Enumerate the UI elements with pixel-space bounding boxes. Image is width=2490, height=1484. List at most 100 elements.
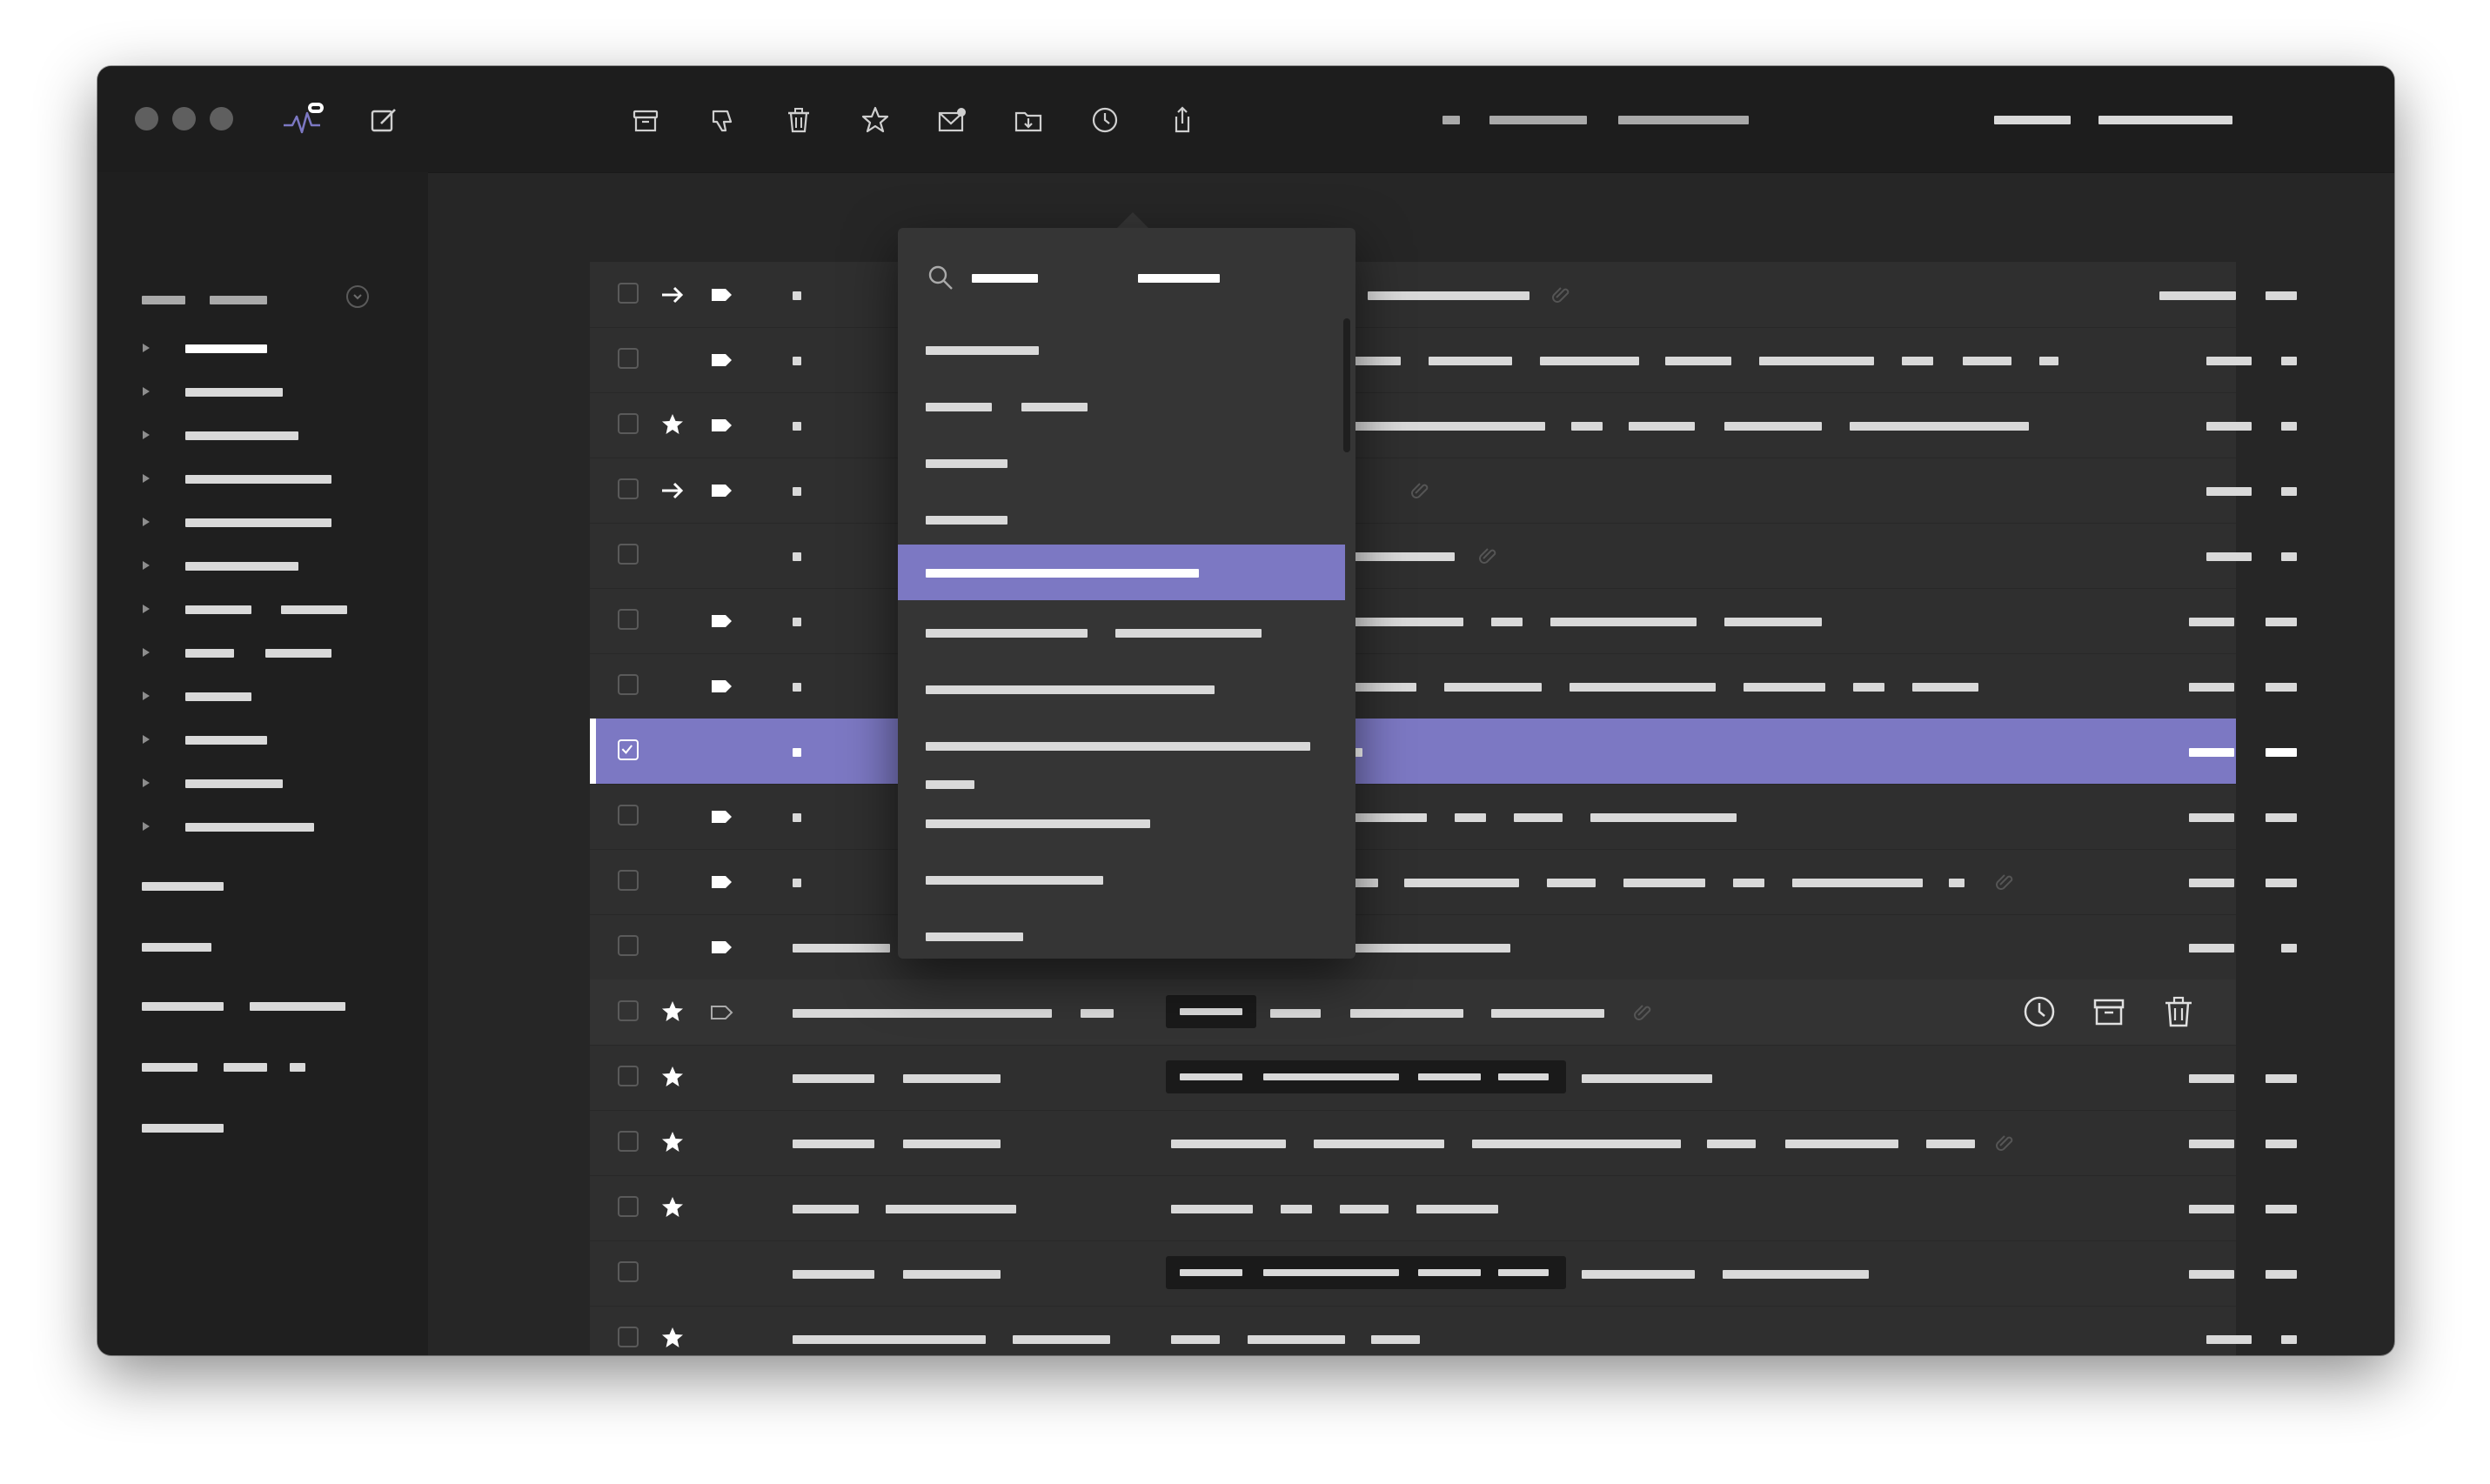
row-checkbox[interactable] (618, 1066, 639, 1086)
row-checkbox[interactable] (618, 1131, 639, 1152)
mark-unread-icon[interactable] (936, 104, 967, 136)
sidebar-section-label[interactable] (142, 1063, 197, 1072)
row-checkbox[interactable] (618, 609, 639, 630)
dropdown-scrollbar[interactable] (1343, 318, 1350, 452)
move-to-folder-icon[interactable] (1013, 104, 1044, 136)
sidebar-folder-label[interactable] (185, 518, 331, 527)
message-row[interactable] (590, 914, 2297, 980)
folder-option[interactable] (898, 491, 1345, 547)
star-filled-icon[interactable] (659, 1325, 686, 1351)
label-tag-icon[interactable] (708, 478, 734, 504)
message-row[interactable] (590, 653, 2297, 719)
expand-icon[interactable] (143, 648, 150, 657)
sidebar-folder-label[interactable] (185, 431, 298, 440)
label-chip[interactable] (1166, 995, 1256, 1028)
message-row[interactable] (590, 392, 2297, 458)
sidebar-section-label[interactable] (142, 943, 211, 952)
label-tag-icon[interactable] (708, 869, 734, 895)
sidebar-section-label[interactable] (142, 1002, 224, 1011)
archive-icon[interactable] (630, 104, 661, 136)
folder-search-input[interactable] (969, 263, 1335, 294)
message-row[interactable] (590, 1240, 2297, 1307)
row-checkbox[interactable] (618, 413, 639, 434)
folder-option[interactable] (898, 661, 1345, 717)
star-filled-icon[interactable] (659, 1129, 686, 1155)
compose-icon[interactable] (369, 104, 400, 136)
sidebar-section-label[interactable] (142, 1124, 224, 1133)
close-window-button[interactable] (135, 107, 158, 130)
message-row[interactable] (590, 784, 2297, 850)
expand-icon[interactable] (143, 561, 150, 570)
folder-option[interactable] (898, 718, 1345, 796)
message-row[interactable] (590, 262, 2297, 328)
expand-icon[interactable] (143, 779, 150, 787)
sidebar-folder-label[interactable] (185, 344, 267, 353)
trash-icon[interactable] (783, 104, 814, 136)
folder-option[interactable] (898, 908, 1345, 959)
expand-icon[interactable] (143, 474, 150, 483)
row-checkbox[interactable] (618, 1196, 639, 1217)
sidebar-folder-label[interactable] (185, 779, 283, 788)
label-chip[interactable] (1166, 1256, 1566, 1289)
sidebar-folder-label[interactable] (185, 388, 283, 397)
star-filled-icon[interactable] (659, 1064, 686, 1090)
row-checkbox[interactable] (618, 674, 639, 695)
label-chip[interactable] (1166, 1060, 1566, 1093)
snooze-clock-icon[interactable] (2022, 994, 2057, 1029)
sidebar-folder-label[interactable] (185, 692, 251, 701)
sidebar-section-label-2[interactable] (250, 1002, 345, 1011)
row-checkbox[interactable] (618, 805, 639, 826)
label-tag-icon[interactable] (708, 282, 734, 308)
row-checkbox[interactable] (618, 478, 639, 499)
zoom-window-button[interactable] (210, 107, 233, 130)
sidebar-folder-label[interactable] (185, 605, 251, 614)
message-row[interactable] (590, 327, 2297, 393)
row-checkbox[interactable] (618, 348, 639, 369)
expand-icon[interactable] (143, 431, 150, 439)
expand-icon[interactable] (143, 822, 150, 831)
activity-icon[interactable] (282, 101, 325, 134)
minimize-window-button[interactable] (172, 107, 196, 130)
label-tag-icon[interactable] (708, 347, 734, 373)
folder-option-highlighted[interactable] (898, 545, 1345, 600)
label-tag-icon[interactable] (708, 608, 734, 634)
message-row-hover[interactable] (590, 979, 2236, 1046)
folder-option[interactable] (898, 435, 1345, 491)
label-tag-icon[interactable] (708, 412, 734, 438)
message-row[interactable] (590, 1110, 2297, 1176)
snooze-clock-icon[interactable] (1089, 104, 1121, 136)
row-checkbox[interactable] (618, 544, 639, 565)
folder-option[interactable] (898, 322, 1345, 378)
expand-icon[interactable] (143, 518, 150, 526)
folder-option[interactable] (898, 795, 1345, 851)
row-checkbox[interactable] (618, 1000, 639, 1021)
expand-icon[interactable] (143, 692, 150, 700)
message-row[interactable] (590, 1045, 2297, 1111)
row-checkbox-checked[interactable] (618, 739, 639, 760)
message-row[interactable] (590, 849, 2297, 915)
label-tag-icon[interactable] (708, 934, 734, 960)
sidebar-section-label-2[interactable] (224, 1063, 267, 1072)
sidebar-folder-label[interactable] (185, 649, 234, 658)
folder-option[interactable] (898, 852, 1345, 907)
message-row[interactable] (590, 1306, 2297, 1355)
thumbs-down-icon[interactable] (706, 104, 738, 136)
star-filled-icon[interactable] (659, 999, 686, 1025)
chevron-down-icon[interactable] (346, 285, 369, 308)
star-filled-icon[interactable] (659, 1194, 686, 1220)
archive-icon[interactable] (2092, 994, 2126, 1029)
expand-icon[interactable] (143, 735, 150, 744)
message-row[interactable] (590, 1175, 2297, 1241)
row-checkbox[interactable] (618, 935, 639, 956)
message-row[interactable] (590, 458, 2297, 524)
star-icon[interactable] (860, 104, 891, 136)
account-label[interactable] (1994, 116, 2071, 124)
message-row-selected[interactable] (590, 719, 2297, 785)
label-tag-icon[interactable] (708, 673, 734, 699)
sidebar-folder-label[interactable] (185, 823, 314, 832)
row-checkbox[interactable] (618, 1327, 639, 1347)
expand-icon[interactable] (143, 344, 150, 352)
message-row[interactable] (590, 523, 2297, 589)
sidebar-folder-label[interactable] (185, 562, 298, 571)
sidebar-folder-label-2[interactable] (281, 605, 347, 614)
